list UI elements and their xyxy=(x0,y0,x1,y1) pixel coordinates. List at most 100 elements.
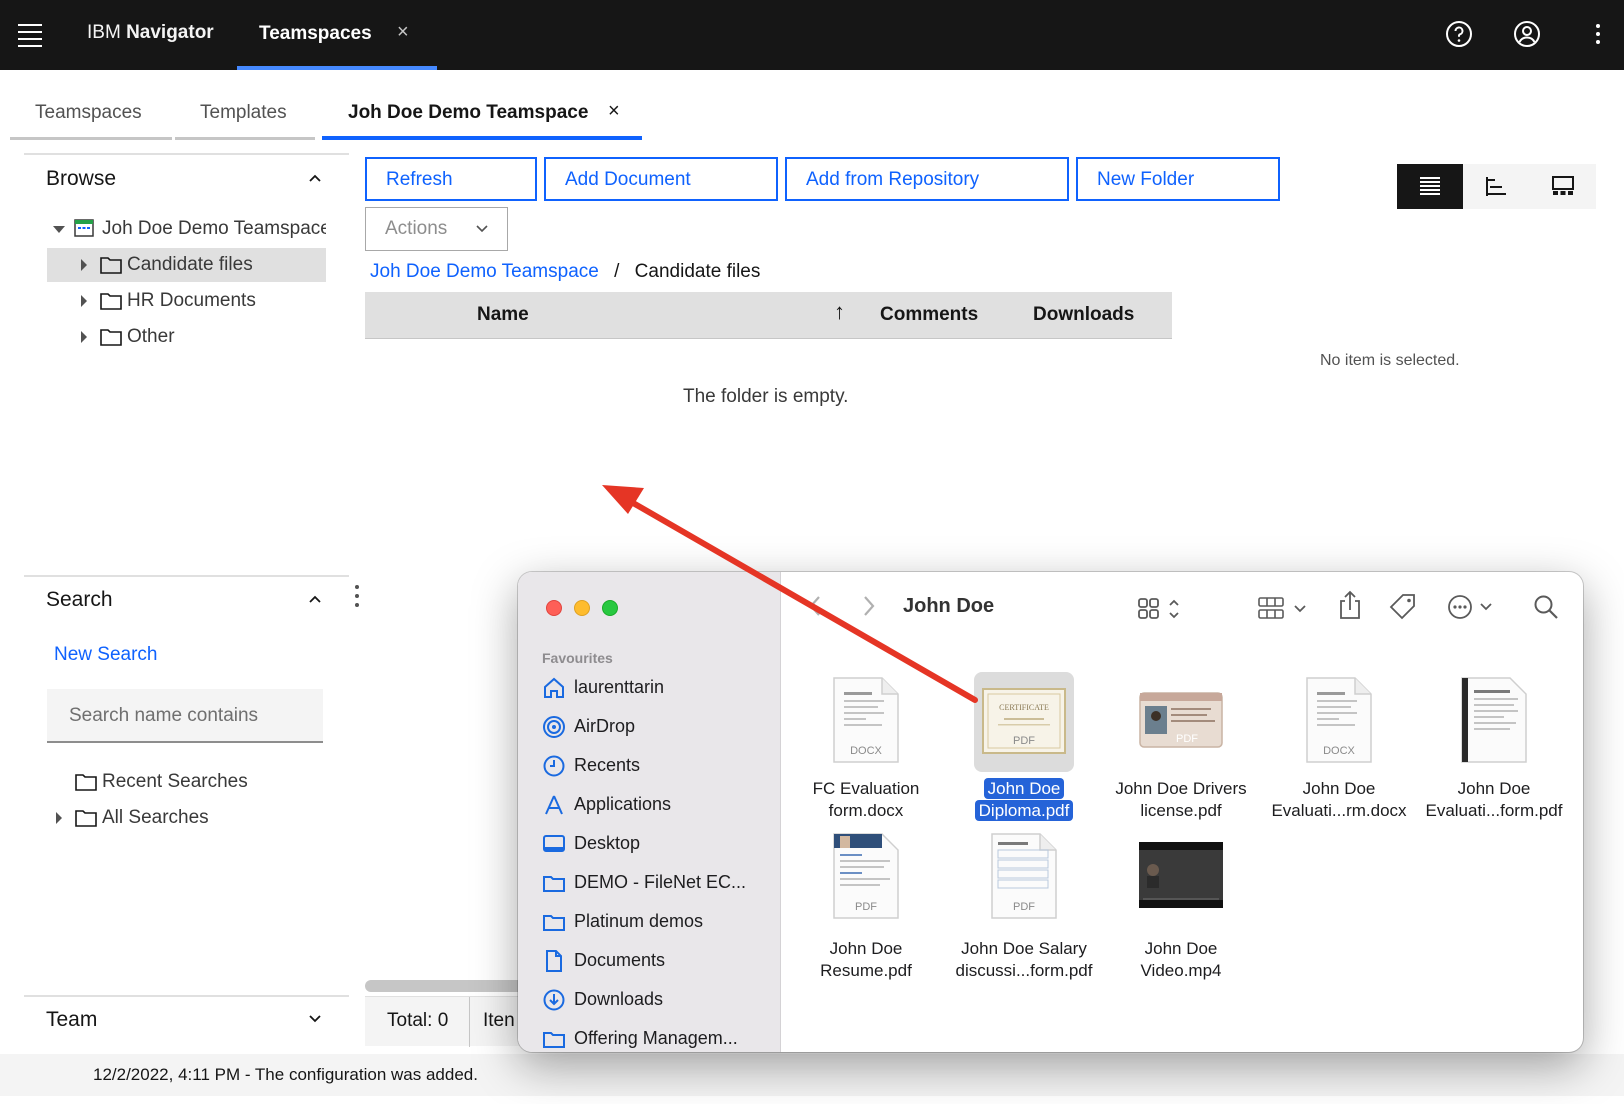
share-icon[interactable] xyxy=(1338,590,1362,620)
file-name: John Doe Resume.pdf xyxy=(820,939,912,980)
file-type-badge: PDF xyxy=(1013,901,1035,913)
tab-teamspaces-top[interactable]: Teamspaces × xyxy=(237,0,437,70)
divider xyxy=(469,997,470,1047)
file-type-badge: DOCX xyxy=(1323,745,1355,757)
status-bar: 12/2/2022, 4:11 PM - The configuration w… xyxy=(0,1054,1624,1096)
sidebar-item-airdrop[interactable]: AirDrop xyxy=(542,711,772,745)
tree-label: Other xyxy=(127,326,175,347)
sidebar-item-demo-filenet[interactable]: DEMO - FileNet EC... xyxy=(542,867,772,901)
tab-label: Joh Doe Demo Teamspace xyxy=(348,102,589,123)
chevron-up-icon[interactable] xyxy=(308,592,322,606)
tab-templates[interactable]: Templates xyxy=(175,90,315,140)
minimize-window-button[interactable] xyxy=(574,600,590,616)
overflow-menu-icon[interactable] xyxy=(1584,20,1612,48)
tree-item-other[interactable]: Other xyxy=(47,320,326,354)
divider xyxy=(24,153,349,155)
tag-icon[interactable] xyxy=(1388,592,1418,622)
folder-icon xyxy=(100,329,122,346)
icon-view-grid-icon[interactable] xyxy=(1138,596,1180,622)
file-thumbnail xyxy=(1444,672,1544,772)
sidebar-item-label: laurenttarin xyxy=(574,677,665,697)
new-folder-button[interactable]: New Folder xyxy=(1076,157,1280,201)
tree-item-recent-searches[interactable]: Recent Searches xyxy=(22,765,301,799)
sidebar-item-home[interactable]: laurenttarin xyxy=(542,672,772,706)
folder-icon xyxy=(543,1032,565,1048)
chevron-down-icon[interactable] xyxy=(308,1012,322,1026)
sidebar-item-documents[interactable]: Documents xyxy=(542,945,772,979)
sidebar-item-recents[interactable]: Recents xyxy=(542,750,772,784)
search-icon[interactable] xyxy=(1533,594,1559,620)
chevron-down-icon xyxy=(476,225,488,233)
user-avatar-icon[interactable] xyxy=(1513,20,1541,48)
actions-label: Actions xyxy=(385,218,448,239)
menu-icon[interactable] xyxy=(18,24,42,47)
sidebar-item-applications[interactable]: Applications xyxy=(542,789,772,823)
folder-icon xyxy=(100,293,122,310)
folder-icon xyxy=(75,774,97,791)
forward-chevron-icon[interactable] xyxy=(862,594,876,618)
finder-window-title: John Doe xyxy=(903,595,995,617)
tree-label: Recent Searches xyxy=(102,771,248,792)
tab-underline xyxy=(322,136,642,140)
tab-label: Templates xyxy=(200,102,287,123)
tab-label: Teamspaces xyxy=(35,102,142,123)
column-header-name[interactable]: Name xyxy=(477,304,529,326)
sidebar-item-label: DEMO - FileNet EC... xyxy=(574,872,747,892)
tab-joh-doe-demo-teamspace[interactable]: Joh Doe Demo Teamspace × xyxy=(322,90,642,140)
close-window-button[interactable] xyxy=(546,600,562,616)
caret-right-icon[interactable] xyxy=(56,812,62,824)
refresh-button[interactable]: Refresh xyxy=(365,157,537,201)
new-search-link[interactable]: New Search xyxy=(54,644,158,666)
add-from-repository-button[interactable]: Add from Repository xyxy=(785,157,1069,201)
close-icon[interactable]: × xyxy=(608,100,620,123)
help-icon[interactable] xyxy=(1445,20,1473,48)
tree-item-all-searches[interactable]: All Searches xyxy=(22,801,301,835)
sidebar-item-offering-management[interactable]: Offering Managem... xyxy=(542,1023,772,1052)
caret-right-icon[interactable] xyxy=(81,331,87,343)
tree-label: HR Documents xyxy=(127,290,256,311)
filmstrip-view-button[interactable] xyxy=(1530,164,1596,209)
more-actions-icon[interactable] xyxy=(1448,594,1494,620)
zoom-window-button[interactable] xyxy=(602,600,618,616)
home-icon xyxy=(544,677,564,698)
docx-file-icon: DOCX xyxy=(1306,677,1372,763)
tree-item-hr-documents[interactable]: HR Documents xyxy=(47,284,326,318)
caret-right-icon[interactable] xyxy=(81,259,87,271)
folder-icon xyxy=(543,876,565,892)
column-header-comments[interactable]: Comments xyxy=(880,304,978,326)
file-thumbnail: PDF xyxy=(974,832,1074,932)
caret-right-icon[interactable] xyxy=(81,295,87,307)
sidebar-item-platinum-demos[interactable]: Platinum demos xyxy=(542,906,772,940)
hierarchy-view-icon xyxy=(1486,177,1506,196)
sidebar-item-label: Downloads xyxy=(574,989,664,1009)
brand-prefix: IBM xyxy=(87,22,121,43)
chevron-up-icon[interactable] xyxy=(308,171,322,185)
caret-down-icon[interactable] xyxy=(53,226,65,233)
search-input[interactable]: Search name contains xyxy=(47,689,323,743)
column-header-downloads[interactable]: Downloads xyxy=(1033,304,1134,326)
actions-dropdown[interactable]: Actions xyxy=(365,207,508,251)
overflow-menu-icon[interactable] xyxy=(350,584,364,608)
tree-view-button[interactable] xyxy=(1463,164,1529,209)
close-icon[interactable]: × xyxy=(397,21,409,44)
tree-root-teamspace[interactable]: Joh Doe Demo Teamspace xyxy=(47,212,326,246)
tab-teamspaces[interactable]: Teamspaces xyxy=(10,90,172,140)
tree-item-candidate-files[interactable]: Candidate files xyxy=(47,248,326,282)
file-type-badge: DOCX xyxy=(850,745,882,757)
breadcrumb-link-teamspace[interactable]: Joh Doe Demo Teamspace xyxy=(370,261,599,282)
horizontal-scrollbar[interactable] xyxy=(365,980,525,992)
details-view-button[interactable] xyxy=(1397,164,1463,209)
resume-pdf-icon: PDF xyxy=(833,833,899,919)
brand-name: Navigator xyxy=(126,22,214,43)
sidebar-item-desktop[interactable]: Desktop xyxy=(542,828,772,862)
pdf-file-icon xyxy=(1461,677,1527,763)
team-title: Team xyxy=(46,1008,98,1031)
group-by-icon[interactable] xyxy=(1258,596,1310,622)
add-document-button[interactable]: Add Document xyxy=(544,157,778,201)
file-name: John Doe Evaluati...form.pdf xyxy=(1425,779,1563,820)
sort-ascending-icon[interactable]: ↑ xyxy=(834,299,845,325)
sidebar-item-downloads[interactable]: Downloads xyxy=(542,984,772,1018)
divider xyxy=(24,575,349,577)
back-chevron-icon[interactable] xyxy=(808,594,822,618)
sidebar-item-label: Platinum demos xyxy=(574,911,704,931)
